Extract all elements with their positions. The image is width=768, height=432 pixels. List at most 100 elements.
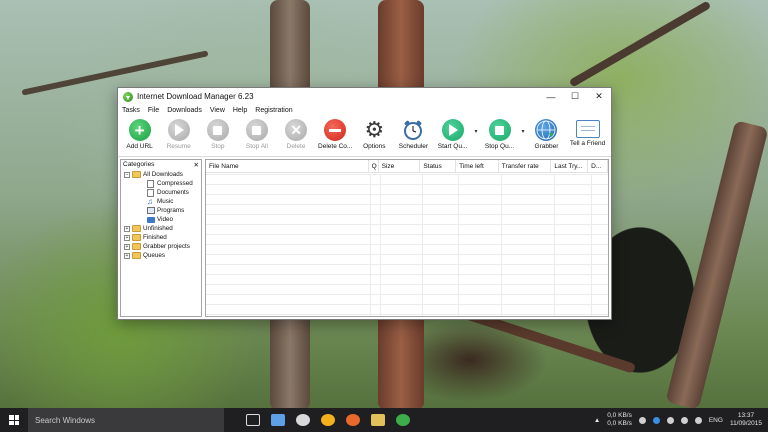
folder-open-icon bbox=[132, 171, 141, 178]
scheduler-button[interactable]: Scheduler bbox=[394, 118, 433, 150]
windows-logo-icon bbox=[9, 415, 19, 425]
column-description[interactable]: D... bbox=[588, 160, 608, 172]
options-button[interactable]: ⚙ Options bbox=[355, 117, 394, 151]
folder-icon bbox=[132, 234, 141, 241]
expand-icon[interactable]: + bbox=[124, 234, 130, 241]
file-explorer-icon[interactable] bbox=[271, 414, 285, 426]
stop-all-icon bbox=[245, 119, 268, 141]
expand-icon[interactable]: + bbox=[124, 225, 130, 232]
tray-icon[interactable] bbox=[638, 416, 646, 424]
net-up: 0,0 KB/s bbox=[607, 412, 632, 419]
tray-icon[interactable] bbox=[652, 416, 660, 424]
app-icon[interactable] bbox=[296, 414, 310, 426]
search-placeholder: Search Windows bbox=[35, 415, 96, 425]
background-tree-trunk bbox=[665, 120, 768, 410]
tree-item-programs[interactable]: Programs bbox=[121, 206, 201, 215]
scheduler-label: Scheduler bbox=[398, 143, 429, 150]
tree-item-documents[interactable]: Documents bbox=[121, 188, 201, 197]
categories-close-icon[interactable]: ✕ bbox=[194, 161, 199, 169]
delete-button[interactable]: ✕ Delete bbox=[277, 118, 316, 150]
stop-all-button[interactable]: Stop All bbox=[237, 118, 276, 150]
stop-icon bbox=[206, 119, 229, 141]
stop-button[interactable]: Stop bbox=[198, 118, 237, 150]
options-label: Options bbox=[363, 143, 386, 150]
folder-icon bbox=[132, 252, 141, 259]
menu-downloads[interactable]: Downloads bbox=[167, 107, 202, 114]
tree-label: Programs bbox=[157, 207, 185, 214]
gear-icon: ⚙ bbox=[364, 117, 385, 142]
column-divider bbox=[458, 174, 459, 316]
idm-window: Internet Download Manager 6.23 — ☐ ✕ Tas… bbox=[117, 87, 612, 320]
tree-item-unfinished[interactable]: + Unfinished bbox=[121, 224, 201, 233]
menu-bar: Tasks File Downloads View Help Registrat… bbox=[118, 105, 611, 116]
network-speed: 0,0 KB/s 0,0 KB/s bbox=[607, 412, 632, 428]
start-button[interactable] bbox=[0, 408, 28, 432]
menu-registration[interactable]: Registration bbox=[255, 107, 292, 114]
tree-item-video[interactable]: Video bbox=[121, 215, 201, 224]
start-queue-button[interactable]: Start Qu... bbox=[433, 118, 472, 150]
up-arrow-icon[interactable]: ▲ bbox=[594, 417, 600, 424]
list-rows-area bbox=[206, 174, 608, 316]
program-window-icon bbox=[147, 207, 155, 214]
maximize-button[interactable]: ☐ bbox=[563, 88, 587, 105]
close-button[interactable]: ✕ bbox=[587, 88, 611, 105]
collapse-icon[interactable]: − bbox=[124, 171, 130, 178]
taskbar-search[interactable]: Search Windows bbox=[28, 408, 224, 432]
column-transfer-rate[interactable]: Transfer rate bbox=[499, 160, 552, 172]
start-queue-dropdown[interactable]: ▾ bbox=[472, 118, 480, 144]
column-last-try[interactable]: Last Try... bbox=[551, 160, 589, 172]
title-bar[interactable]: Internet Download Manager 6.23 — ☐ ✕ bbox=[118, 88, 611, 105]
grabber-label: Grabber bbox=[534, 143, 559, 150]
column-size[interactable]: Size bbox=[379, 160, 421, 172]
idm-taskbar-icon[interactable] bbox=[396, 414, 410, 426]
add-url-button[interactable]: + Add URL bbox=[120, 118, 159, 150]
stop-queue-button[interactable]: Stop Qu... bbox=[480, 118, 519, 150]
volume-icon[interactable] bbox=[694, 416, 702, 424]
tree-item-finished[interactable]: + Finished bbox=[121, 233, 201, 242]
tree-item-compressed[interactable]: Compressed bbox=[121, 179, 201, 188]
download-list[interactable]: File Name Q Size Status Time left Transf… bbox=[205, 159, 609, 317]
tree-label: Unfinished bbox=[143, 225, 173, 232]
delete-completed-button[interactable]: Delete Co... bbox=[316, 118, 355, 150]
plus-icon: + bbox=[128, 119, 151, 141]
stop-queue-dropdown[interactable]: ▾ bbox=[519, 118, 527, 144]
column-status[interactable]: Status bbox=[420, 160, 457, 172]
firefox-icon[interactable] bbox=[346, 414, 360, 426]
column-divider bbox=[422, 174, 423, 316]
column-file-name[interactable]: File Name bbox=[206, 160, 369, 172]
folder-icon[interactable] bbox=[371, 414, 385, 426]
app-icon[interactable] bbox=[321, 414, 335, 426]
menu-view[interactable]: View bbox=[210, 107, 225, 114]
tell-a-friend-button[interactable]: Tell a Friend bbox=[566, 118, 609, 147]
menu-file[interactable]: File bbox=[148, 107, 159, 114]
taskbar-apps bbox=[246, 414, 410, 426]
column-time-left[interactable]: Time left bbox=[456, 160, 499, 172]
task-view-icon[interactable] bbox=[246, 414, 260, 426]
tree-item-grabber-projects[interactable]: + Grabber projects bbox=[121, 242, 201, 251]
minimize-button[interactable]: — bbox=[539, 88, 563, 105]
tree-item-music[interactable]: ♫ Music bbox=[121, 197, 201, 206]
grabber-button[interactable]: Grabber bbox=[527, 118, 566, 150]
stop-queue-label: Stop Qu... bbox=[484, 143, 515, 150]
language-indicator[interactable]: ENG bbox=[709, 417, 723, 424]
expand-icon[interactable]: + bbox=[124, 243, 130, 250]
tree-item-queues[interactable]: + Queues bbox=[121, 251, 201, 260]
column-queue[interactable]: Q bbox=[369, 160, 379, 172]
tree-item-all-downloads[interactable]: − All Downloads bbox=[121, 170, 201, 179]
column-divider bbox=[380, 174, 381, 316]
categories-header: Categories ✕ bbox=[121, 160, 201, 170]
expand-icon[interactable]: + bbox=[124, 252, 130, 259]
notification-icon[interactable] bbox=[666, 416, 674, 424]
tree-label: Finished bbox=[143, 234, 167, 241]
music-note-icon: ♫ bbox=[147, 196, 153, 206]
resume-button[interactable]: Resume bbox=[159, 118, 198, 150]
video-icon bbox=[147, 216, 155, 223]
play-icon bbox=[441, 119, 464, 141]
clock[interactable]: 13:37 11/09/2015 bbox=[730, 412, 762, 428]
menu-tasks[interactable]: Tasks bbox=[122, 107, 140, 114]
window-title: Internet Download Manager 6.23 bbox=[137, 92, 254, 101]
globe-icon bbox=[535, 119, 558, 141]
wifi-icon[interactable] bbox=[680, 416, 688, 424]
menu-help[interactable]: Help bbox=[233, 107, 247, 114]
taskbar: Search Windows ▲ 0,0 KB/s 0,0 KB/s ENG 1… bbox=[0, 408, 768, 432]
